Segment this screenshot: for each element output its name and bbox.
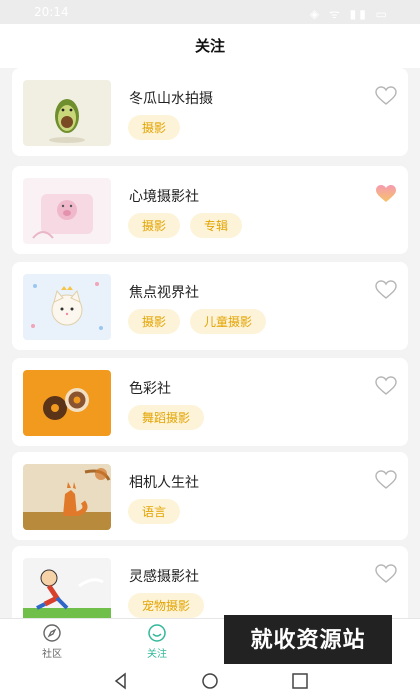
cat-pattern-illustration bbox=[23, 274, 111, 340]
fox-illustration bbox=[23, 464, 111, 530]
compass-icon bbox=[43, 624, 61, 642]
heart-outline-icon[interactable] bbox=[375, 280, 397, 300]
tag-label[interactable]: 儿童摄影 bbox=[190, 309, 267, 334]
donuts-illustration bbox=[23, 370, 111, 436]
status-time: 20:14 bbox=[34, 5, 69, 19]
home-icon[interactable] bbox=[201, 672, 219, 694]
tab-following[interactable]: 关注 bbox=[127, 623, 187, 660]
club-card[interactable]: 心境摄影社 摄影 专辑 bbox=[12, 166, 408, 254]
tab-label: 关注 bbox=[147, 649, 167, 660]
follow-list[interactable]: 冬瓜山水拍摄 摄影 心境摄影社 摄影 专辑 焦点视界社 摄影 儿童摄影 色彩社 … bbox=[0, 68, 420, 618]
watermark-text: 就收资源站 bbox=[250, 628, 366, 653]
tag-label[interactable]: 摄影 bbox=[128, 213, 181, 238]
club-title: 相机人生社 bbox=[129, 475, 199, 491]
club-card[interactable]: 冬瓜山水拍摄 摄影 bbox=[12, 68, 408, 156]
club-title: 心境摄影社 bbox=[129, 189, 199, 205]
heart-outline-icon[interactable] bbox=[375, 470, 397, 490]
kid-running-illustration bbox=[23, 558, 111, 618]
club-card[interactable]: 灵感摄影社 宠物摄影 bbox=[12, 546, 408, 618]
club-title: 色彩社 bbox=[129, 381, 171, 397]
tag-label[interactable]: 摄影 bbox=[128, 309, 181, 334]
status-bar: 20:14 ◈ ᯤ ▮▮ ▭ bbox=[0, 0, 420, 24]
back-icon[interactable] bbox=[112, 672, 130, 694]
heart-filled-icon[interactable] bbox=[375, 184, 397, 204]
recents-icon[interactable] bbox=[291, 672, 309, 694]
club-card[interactable]: 色彩社 舞蹈摄影 bbox=[12, 358, 408, 446]
heart-outline-icon[interactable] bbox=[375, 86, 397, 106]
heart-outline-icon[interactable] bbox=[375, 376, 397, 396]
page-title: 关注 bbox=[194, 37, 225, 55]
page-header: 关注 bbox=[0, 24, 420, 68]
club-card[interactable]: 相机人生社 语言 bbox=[12, 452, 408, 540]
system-nav-bar bbox=[0, 664, 420, 700]
tab-community[interactable]: 社区 bbox=[22, 623, 82, 660]
club-title: 冬瓜山水拍摄 bbox=[129, 91, 213, 107]
tag-label[interactable]: 宠物摄影 bbox=[128, 593, 205, 618]
tag-label[interactable]: 舞蹈摄影 bbox=[128, 405, 205, 430]
smile-icon bbox=[148, 624, 166, 642]
avocado-illustration bbox=[23, 80, 111, 146]
club-title: 焦点视界社 bbox=[129, 285, 199, 301]
club-card[interactable]: 焦点视界社 摄影 儿童摄影 bbox=[12, 262, 408, 350]
club-title: 灵感摄影社 bbox=[129, 569, 199, 585]
heart-outline-icon[interactable] bbox=[375, 564, 397, 584]
watermark-badge: 就收资源站 bbox=[224, 615, 392, 667]
tab-label: 社区 bbox=[42, 649, 62, 660]
status-icons: ◈ ᯤ ▮▮ ▭ bbox=[309, 7, 390, 21]
tag-label[interactable]: 摄影 bbox=[128, 115, 181, 140]
tag-label[interactable]: 语言 bbox=[128, 499, 181, 524]
tag-label[interactable]: 专辑 bbox=[190, 213, 243, 238]
pig-illustration bbox=[23, 178, 111, 244]
